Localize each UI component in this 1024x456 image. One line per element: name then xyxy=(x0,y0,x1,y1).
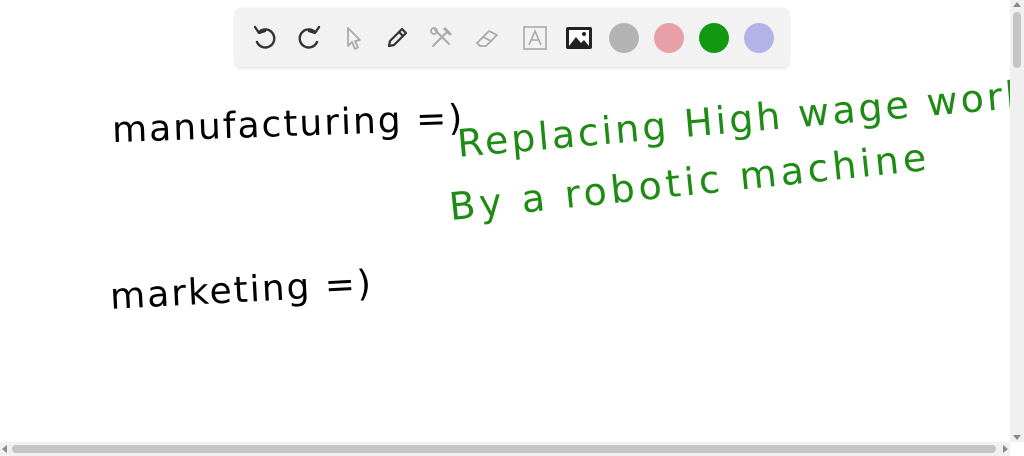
image-tool-button[interactable] xyxy=(563,22,595,54)
color-swatch-gray[interactable] xyxy=(609,23,639,53)
select-tool-button[interactable] xyxy=(337,22,369,54)
redo-button[interactable] xyxy=(293,22,325,54)
text-tool-button[interactable] xyxy=(519,22,551,54)
eraser-icon xyxy=(476,30,498,47)
tools-button[interactable] xyxy=(425,22,457,54)
scroll-right-arrow-icon[interactable] xyxy=(1003,445,1008,453)
drawing-toolbar xyxy=(235,8,789,67)
handwritten-manufacturing: manufacturing =) xyxy=(111,97,465,152)
text-icon xyxy=(523,26,547,50)
tools-icon xyxy=(430,27,452,47)
color-swatch-lavender[interactable] xyxy=(744,23,774,53)
undo-icon xyxy=(253,25,276,49)
image-icon xyxy=(566,27,592,49)
redo-icon xyxy=(298,25,321,49)
pen-icon xyxy=(387,27,408,48)
eraser-tool-button[interactable] xyxy=(471,22,503,54)
color-swatch-green[interactable] xyxy=(699,23,729,53)
whiteboard-canvas[interactable]: manufacturing =) Replacing High wage wor… xyxy=(0,0,1024,456)
undo-button[interactable] xyxy=(249,22,281,54)
vertical-scroll-thumb[interactable] xyxy=(1013,12,1021,68)
pen-tool-button[interactable] xyxy=(381,22,413,54)
horizontal-scrollbar[interactable] xyxy=(0,442,1010,456)
select-pointer-icon xyxy=(347,27,361,50)
color-swatch-pink[interactable] xyxy=(654,23,684,53)
scroll-down-arrow-icon[interactable] xyxy=(1013,435,1021,440)
scroll-up-arrow-icon[interactable] xyxy=(1013,2,1021,7)
handwritten-marketing: marketing =) xyxy=(109,263,374,318)
scroll-left-arrow-icon[interactable] xyxy=(2,445,7,453)
handwritten-replacing-workers: Replacing High wage workers xyxy=(455,66,1024,166)
vertical-scrollbar[interactable] xyxy=(1010,0,1024,442)
horizontal-scroll-thumb[interactable] xyxy=(12,445,996,453)
